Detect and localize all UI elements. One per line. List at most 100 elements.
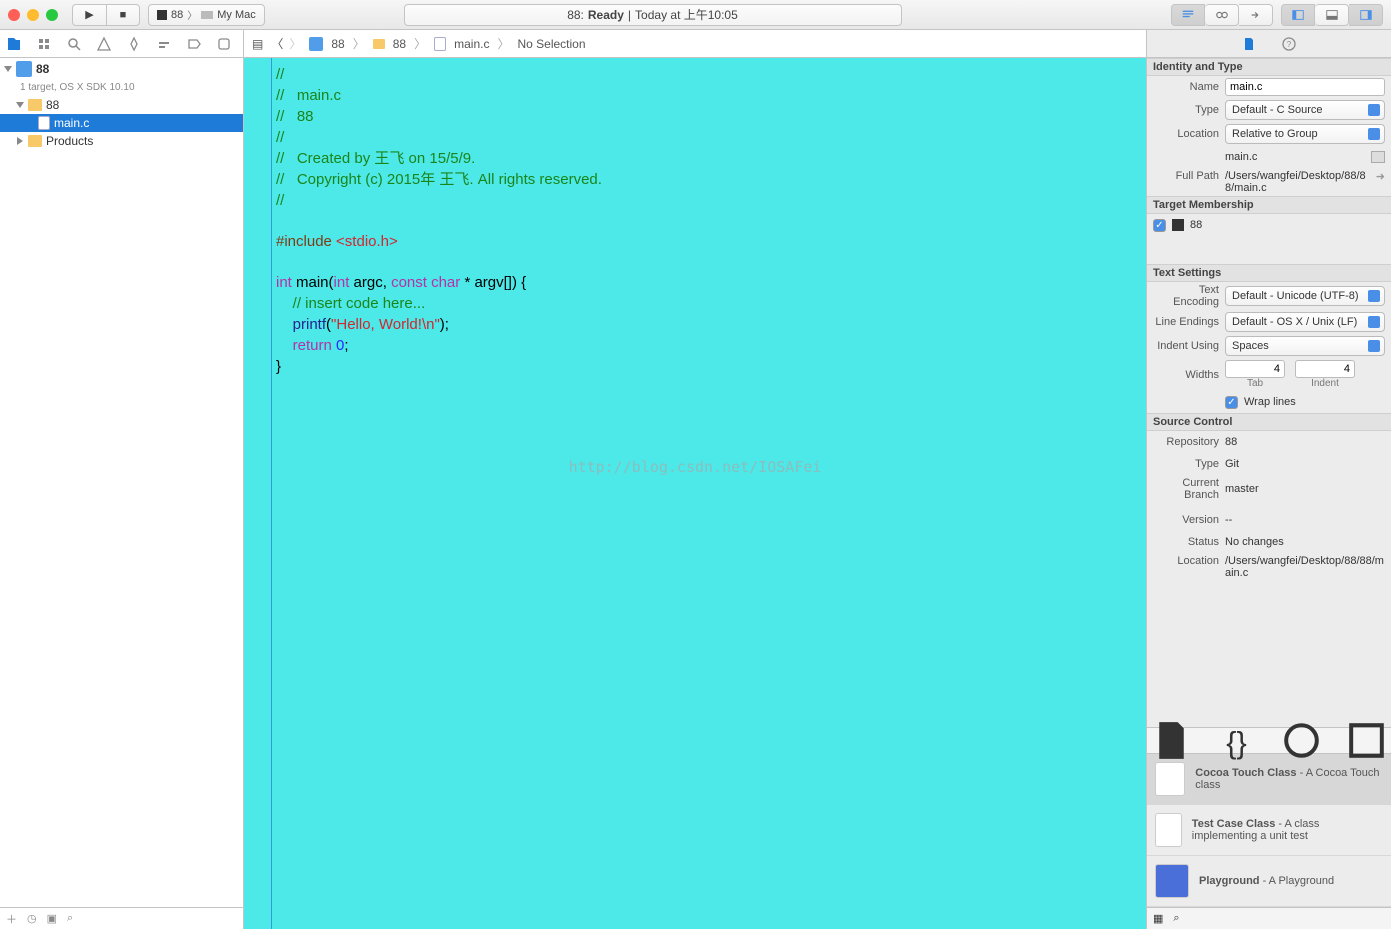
stop-button[interactable]: ■ bbox=[106, 4, 140, 26]
toolbar: ▶ ■ 88 〉 My Mac 88: Ready | Today at 上午1… bbox=[0, 0, 1391, 30]
target-checkbox[interactable] bbox=[1153, 219, 1166, 232]
name-field[interactable] bbox=[1225, 78, 1385, 96]
file-inspector-icon[interactable] bbox=[1241, 36, 1257, 52]
target-name: 88 bbox=[1190, 219, 1202, 231]
related-items-icon[interactable]: ▤ bbox=[252, 37, 263, 51]
recent-icon[interactable]: ◷ bbox=[27, 912, 37, 925]
version-editor-button[interactable] bbox=[1239, 4, 1273, 26]
assistant-editor-button[interactable] bbox=[1205, 4, 1239, 26]
code-text[interactable]: // // main.c // 88 // // Created by 王飞 o… bbox=[272, 58, 1146, 929]
navigator-panel: 88 1 target, OS X SDK 10.10 88 main.c Pr… bbox=[0, 30, 244, 929]
status-state: Ready bbox=[588, 8, 624, 22]
library-item-playground[interactable]: Playground - A Playground bbox=[1147, 856, 1391, 907]
project-navigator-icon[interactable] bbox=[6, 36, 22, 52]
type-dropdown[interactable]: Default - C Source bbox=[1225, 100, 1385, 120]
debug-navigator-icon[interactable] bbox=[156, 36, 172, 52]
media-library-icon[interactable] bbox=[1342, 716, 1391, 765]
jumpbar-p1[interactable]: 88 bbox=[331, 37, 344, 51]
wrap-lines-label: Wrap lines bbox=[1244, 396, 1296, 408]
chevron-right-icon[interactable] bbox=[17, 137, 23, 145]
toggle-navigator-button[interactable] bbox=[1281, 4, 1315, 26]
c-file-icon bbox=[38, 116, 50, 130]
target-icon bbox=[157, 10, 167, 20]
indent-width-stepper[interactable] bbox=[1295, 360, 1355, 378]
activity-viewer[interactable]: 88: Ready | Today at 上午10:05 bbox=[404, 4, 902, 26]
indent-using-dropdown[interactable]: Spaces bbox=[1225, 336, 1385, 356]
folder-chooser-icon[interactable] bbox=[1371, 151, 1385, 163]
forward-button[interactable]: 〉 bbox=[289, 35, 301, 52]
file-template-library-icon[interactable] bbox=[1147, 716, 1196, 765]
code-snippet-library-icon[interactable]: {} bbox=[1212, 716, 1261, 765]
library-item-test-case[interactable]: Test Case Class - A class implementing a… bbox=[1147, 805, 1391, 856]
reveal-icon[interactable]: ➜ bbox=[1376, 170, 1385, 194]
report-navigator-icon[interactable] bbox=[216, 36, 232, 52]
sc-repo: 88 bbox=[1225, 436, 1385, 448]
grid-view-icon[interactable]: ▦ bbox=[1153, 912, 1163, 925]
encoding-dropdown[interactable]: Default - Unicode (UTF-8) bbox=[1225, 286, 1385, 306]
library-panel: {} Cocoa Touch Class - A Cocoa Touch cla… bbox=[1147, 727, 1391, 929]
library-footer: ▦ ⌕ bbox=[1147, 907, 1391, 929]
back-button[interactable]: 〈 bbox=[271, 35, 283, 52]
jump-bar[interactable]: ▤ 〈 〉 88 〉 88 〉 main.c 〉 No Selection bbox=[244, 30, 1146, 58]
project-subtitle: 1 target, OS X SDK 10.10 bbox=[20, 82, 135, 93]
minimize-icon[interactable] bbox=[27, 9, 39, 21]
symbol-navigator-icon[interactable] bbox=[36, 36, 52, 52]
location-dropdown[interactable]: Relative to Group bbox=[1225, 124, 1385, 144]
breakpoint-navigator-icon[interactable] bbox=[186, 36, 202, 52]
editor-area: ▤ 〈 〉 88 〉 88 〉 main.c 〉 No Selection //… bbox=[244, 30, 1147, 929]
close-icon[interactable] bbox=[8, 9, 20, 21]
maximize-icon[interactable] bbox=[46, 9, 58, 21]
scheme-selector[interactable]: 88 〉 My Mac bbox=[148, 4, 265, 26]
library-list[interactable]: Cocoa Touch Class - A Cocoa Touch class … bbox=[1147, 754, 1391, 907]
file-main-c[interactable]: main.c bbox=[0, 114, 243, 132]
project-tree[interactable]: 88 1 target, OS X SDK 10.10 88 main.c Pr… bbox=[0, 58, 243, 907]
sc-branch: master bbox=[1225, 483, 1385, 495]
utilities-panel: ? Identity and Type Name TypeDefault - C… bbox=[1147, 30, 1391, 929]
folder-88[interactable]: 88 bbox=[0, 96, 243, 114]
chevron-down-icon[interactable] bbox=[4, 66, 12, 72]
code-editor[interactable]: // // main.c // 88 // // Created by 王飞 o… bbox=[244, 58, 1146, 929]
status-time: Today at 上午10:05 bbox=[635, 6, 738, 23]
test-navigator-icon[interactable] bbox=[126, 36, 142, 52]
filter-icon[interactable]: ⌕ bbox=[67, 912, 73, 925]
jumpbar-p4[interactable]: No Selection bbox=[517, 37, 585, 51]
scheme-device: My Mac bbox=[217, 9, 256, 21]
find-navigator-icon[interactable] bbox=[66, 36, 82, 52]
jumpbar-p2[interactable]: 88 bbox=[393, 37, 406, 51]
toggle-utilities-button[interactable] bbox=[1349, 4, 1383, 26]
template-icon bbox=[1155, 813, 1182, 847]
tab-width-stepper[interactable] bbox=[1225, 360, 1285, 378]
text-settings-header: Text Settings bbox=[1147, 264, 1391, 282]
scm-filter-icon[interactable]: ▣ bbox=[47, 912, 57, 925]
standard-editor-button[interactable] bbox=[1171, 4, 1205, 26]
add-icon[interactable]: ＋ bbox=[6, 911, 17, 927]
project-icon bbox=[16, 61, 32, 77]
gutter[interactable] bbox=[244, 58, 272, 929]
line-endings-dropdown[interactable]: Default - OS X / Unix (LF) bbox=[1225, 312, 1385, 332]
sc-status: No changes bbox=[1225, 536, 1385, 548]
sc-type: Git bbox=[1225, 458, 1385, 470]
svg-text:{}: {} bbox=[1226, 726, 1246, 760]
project-root[interactable]: 88 bbox=[0, 60, 243, 78]
target-icon bbox=[1172, 219, 1184, 231]
filter-icon[interactable]: ⌕ bbox=[1173, 912, 1179, 925]
object-library-icon[interactable] bbox=[1277, 716, 1326, 765]
window-controls bbox=[8, 9, 58, 21]
watermark-text: http://blog.csdn.net/IOSAFei bbox=[569, 458, 822, 476]
project-name: 88 bbox=[36, 63, 49, 75]
chevron-down-icon[interactable] bbox=[16, 102, 24, 108]
navigator-tabs bbox=[0, 30, 243, 58]
run-button[interactable]: ▶ bbox=[72, 4, 106, 26]
folder-products[interactable]: Products bbox=[0, 132, 243, 150]
wrap-lines-checkbox[interactable] bbox=[1225, 396, 1238, 409]
help-inspector-icon[interactable]: ? bbox=[1281, 36, 1297, 52]
inspector-content: Identity and Type Name TypeDefault - C S… bbox=[1147, 58, 1391, 727]
file-label: main.c bbox=[54, 116, 89, 130]
folder-icon bbox=[373, 39, 385, 49]
issue-navigator-icon[interactable] bbox=[96, 36, 112, 52]
folder-label: 88 bbox=[46, 98, 59, 112]
toggle-debug-button[interactable] bbox=[1315, 4, 1349, 26]
jumpbar-p3[interactable]: main.c bbox=[454, 37, 489, 51]
main-layout: 88 1 target, OS X SDK 10.10 88 main.c Pr… bbox=[0, 30, 1391, 929]
c-file-icon bbox=[434, 37, 446, 51]
